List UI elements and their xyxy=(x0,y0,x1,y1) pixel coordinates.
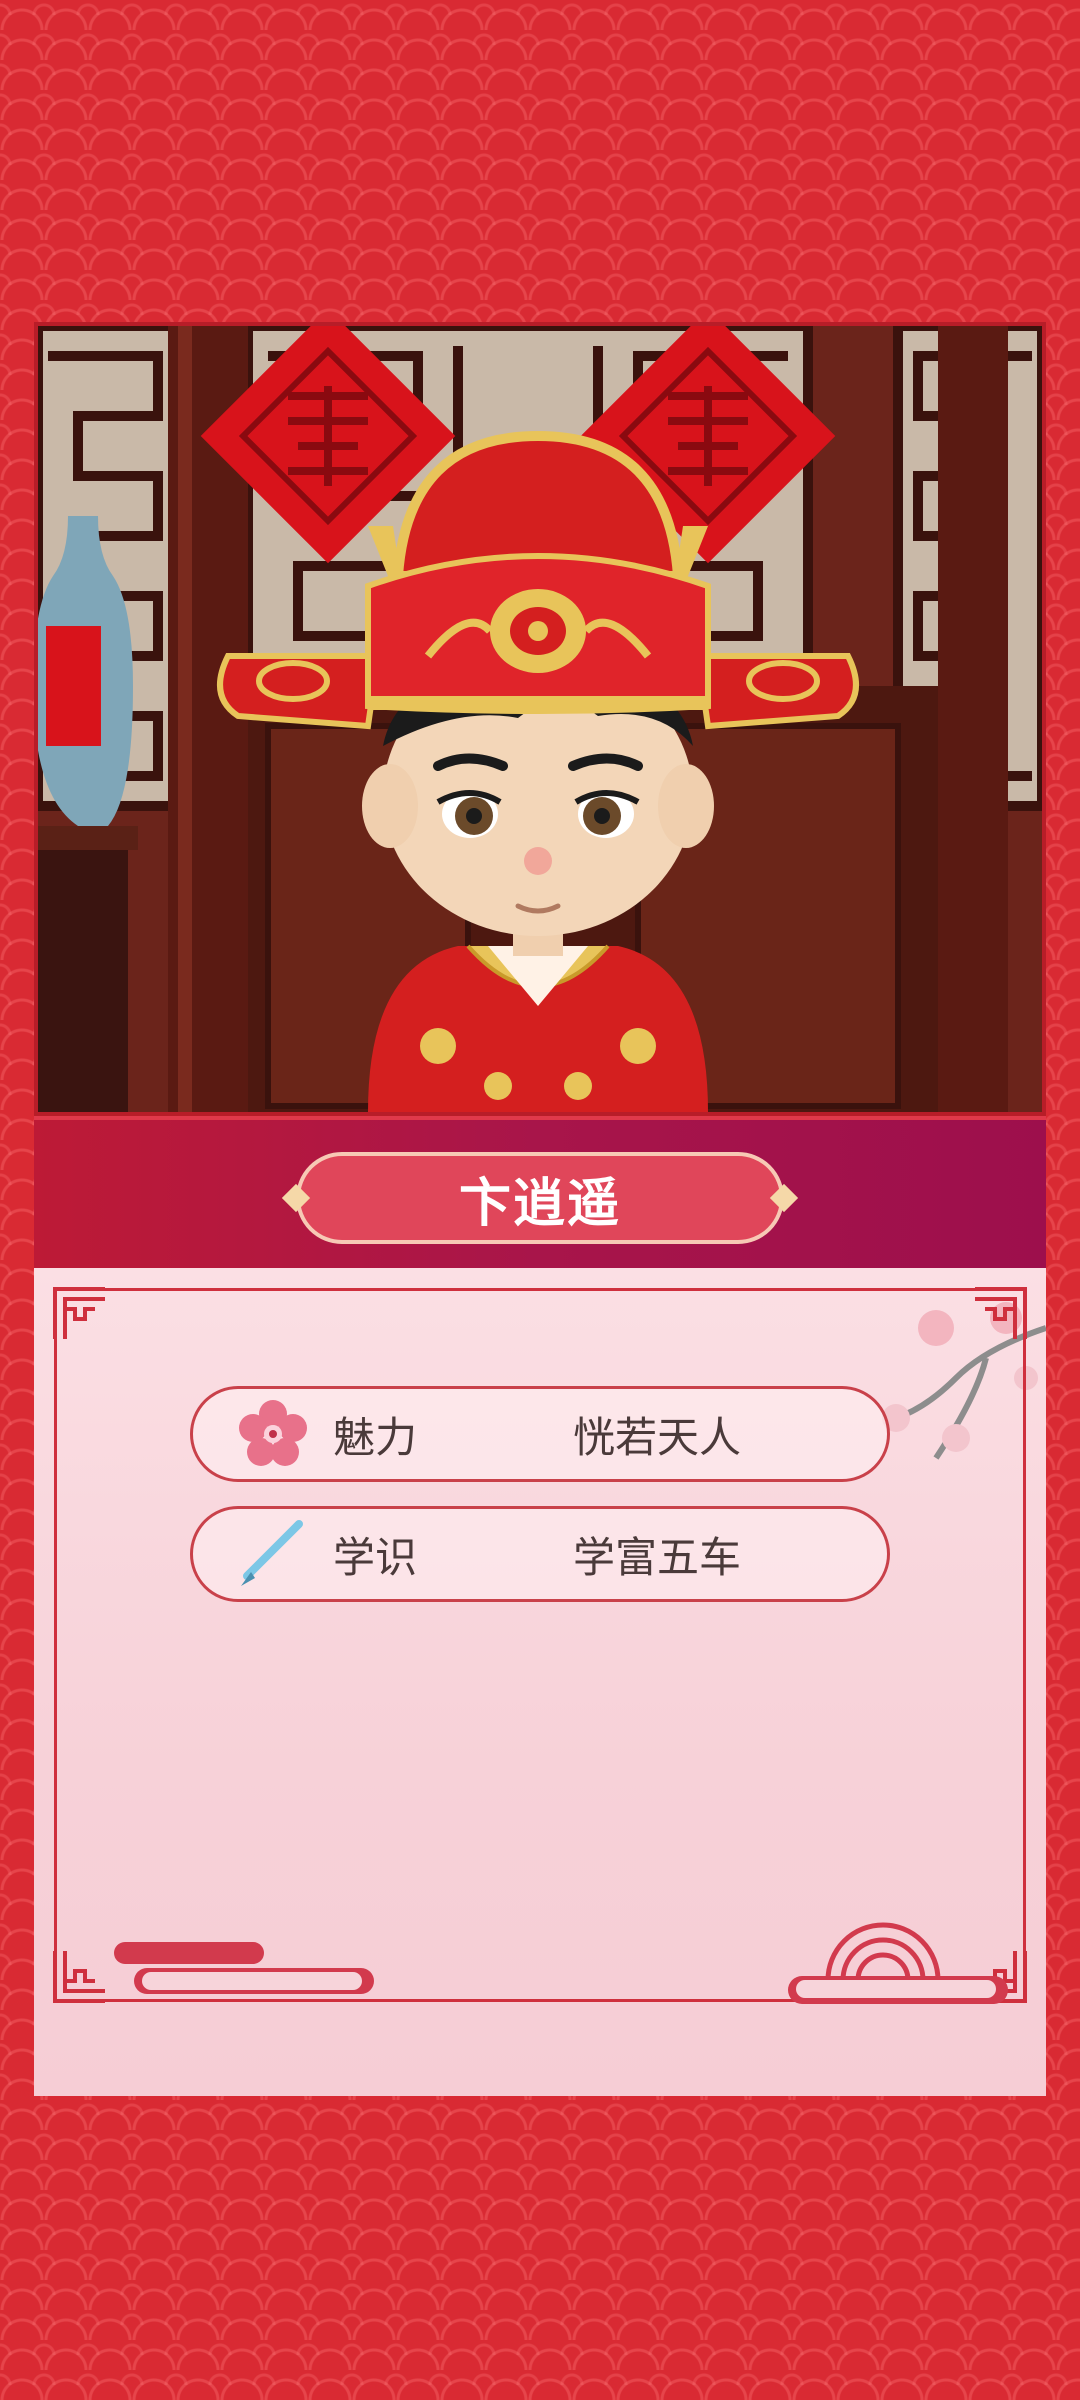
frame-corner-top-left xyxy=(53,1287,105,1339)
plate-ornament-left xyxy=(281,1183,311,1213)
game-screen: { "character": { "name": "卞逍遥" }, "stats… xyxy=(0,0,1080,2400)
frame-corner-bottom-left xyxy=(53,1951,105,2003)
scroll-decoration-right xyxy=(788,1922,1008,2004)
stat-value: 学富五车 xyxy=(573,1532,742,1582)
stats-panel: 魅力 恍若天人学识 学富五车 xyxy=(34,1268,1046,2096)
character-name: 卞逍遥 xyxy=(458,1173,621,1234)
stat-row-knowledge: 学识 学富五车 xyxy=(190,1506,890,1602)
character-card: 卞逍遥 魅力 恍若天人 学识 学富五车 xyxy=(34,322,1046,2096)
scroll-decoration-left xyxy=(114,1942,374,1994)
frame-corner-top-right xyxy=(975,1287,1027,1339)
brush-pen-icon xyxy=(237,1518,309,1590)
stat-row-charm: 魅力 恍若天人 xyxy=(190,1386,890,1482)
plum-blossom-icon xyxy=(237,1398,309,1470)
character-portrait xyxy=(34,322,1046,1116)
stat-label: 学识 xyxy=(333,1532,418,1582)
character-name-plate: 卞逍遥 xyxy=(281,1152,799,1244)
stat-value: 恍若天人 xyxy=(573,1412,742,1462)
name-banner: 卞逍遥 xyxy=(34,1116,1046,1272)
plate-ornament-right xyxy=(769,1183,799,1213)
stat-label: 魅力 xyxy=(333,1412,418,1462)
